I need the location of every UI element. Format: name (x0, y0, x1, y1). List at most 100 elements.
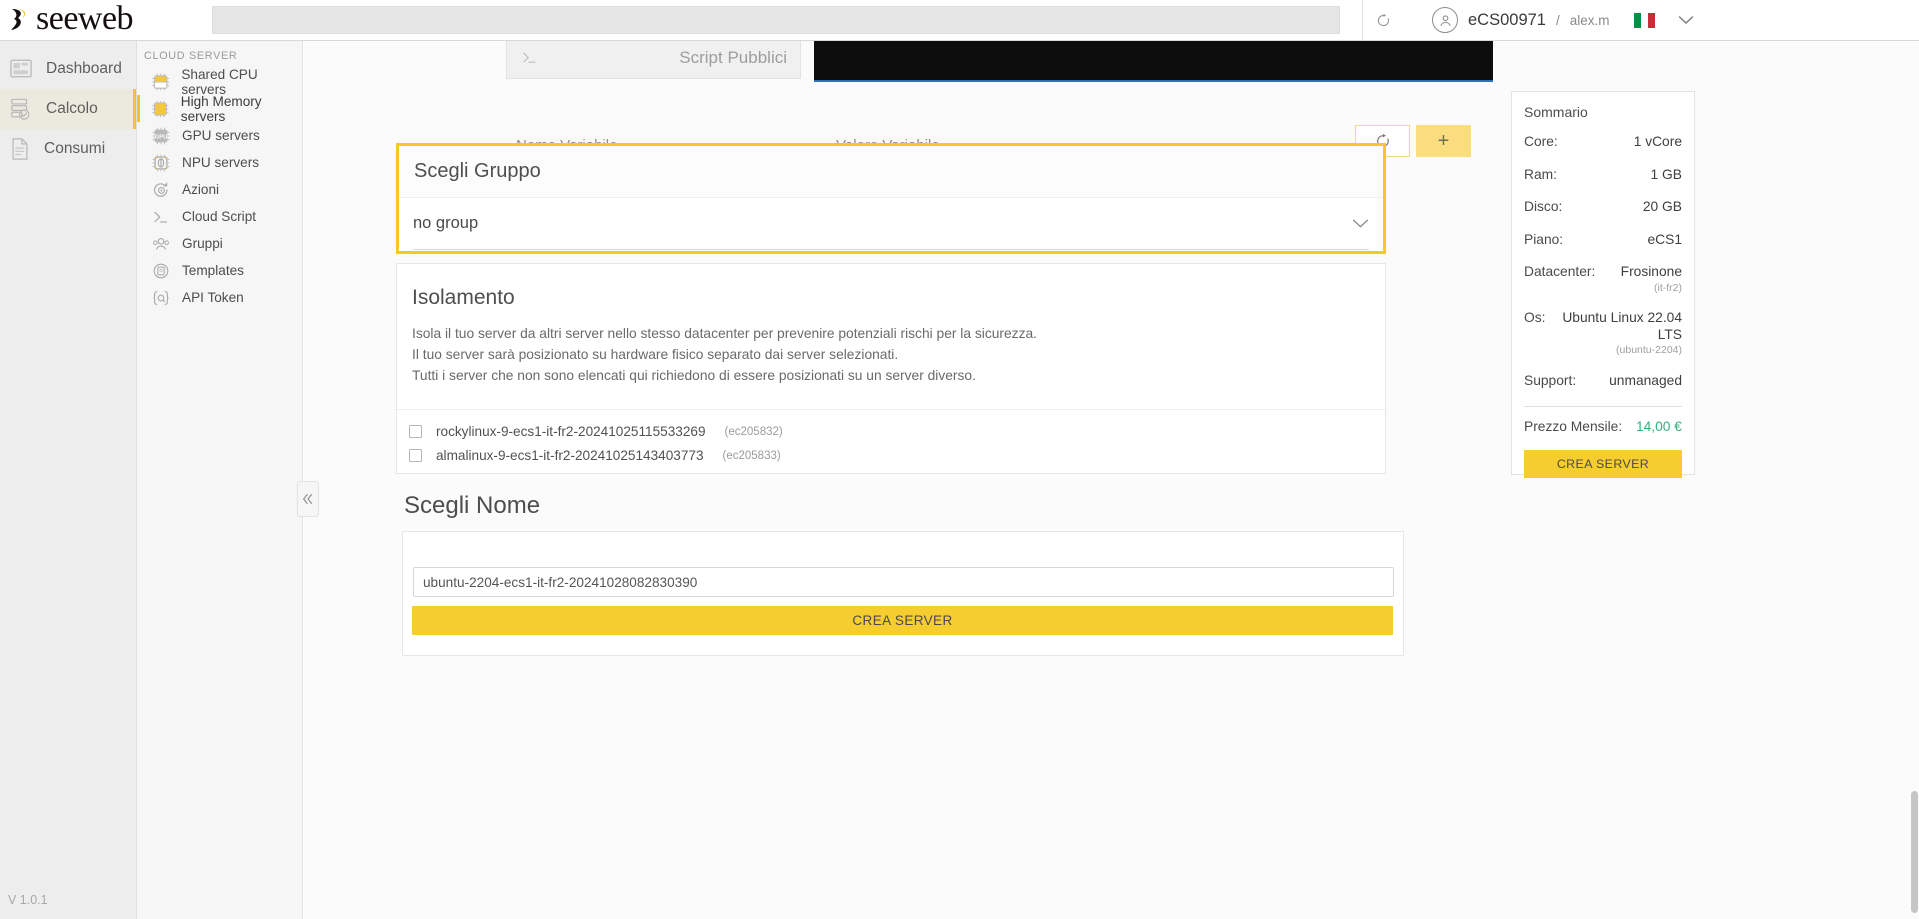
user-account-menu[interactable]: eCS00971 / alex.m (1432, 7, 1694, 33)
code-editor-area[interactable] (814, 41, 1493, 82)
script-pubblici-tab[interactable]: Script Pubblici (506, 41, 801, 79)
brand-logo[interactable]: seeweb (0, 0, 172, 41)
summary-key: Datacenter: (1524, 264, 1596, 280)
sidebar-item-label: API Token (182, 290, 244, 305)
memory-chip-icon (152, 100, 169, 117)
summary-key: Core: (1524, 134, 1558, 149)
sidebar-item-gruppi[interactable]: Gruppi (137, 230, 302, 257)
sidebar-item-consumi[interactable]: Consumi (0, 129, 136, 169)
summary-value: Frosinone (it-fr2) (1621, 264, 1682, 294)
search-input[interactable] (212, 6, 1340, 34)
double-chevron-left-icon (303, 494, 313, 504)
summary-row-support: Support: unmanaged (1524, 373, 1682, 390)
header-refresh-button[interactable] (1362, 0, 1404, 41)
brand-logo-text: seeweb (6, 0, 134, 37)
sidebar-item-templates[interactable]: Templates (137, 257, 302, 284)
isolation-server-id: (ec205832) (724, 425, 783, 438)
sidebar-item-api-token[interactable]: API Token (137, 284, 302, 311)
summary-divider (1524, 405, 1682, 407)
price-label: Prezzo Mensile: (1524, 418, 1623, 434)
isolation-description-line: Isola il tuo server da altri server nell… (412, 326, 1037, 341)
sidebar-item-azioni[interactable]: Azioni (137, 176, 302, 203)
sidebar-item-gpu-servers[interactable]: GPU GPU servers (137, 122, 302, 149)
top-header-bar: seeweb eCS00971 / alex.m (0, 0, 1919, 41)
isolation-server-checkbox[interactable] (409, 425, 422, 439)
servers-icon (11, 98, 30, 120)
summary-key: Disco: (1524, 199, 1563, 215)
chevron-down-icon[interactable] (1678, 15, 1694, 25)
variables-add-button[interactable]: + (1416, 125, 1471, 157)
isolation-server-name: almalinux-9-ecs1-it-fr2-2024102514340377… (436, 448, 704, 464)
group-select-value: no group (413, 214, 479, 232)
chevron-down-icon (1352, 219, 1369, 228)
price-value: 14,00 € (1635, 418, 1682, 434)
dashboard-icon (10, 59, 32, 78)
choose-group-header: Scegli Gruppo (399, 146, 1383, 198)
users-group-icon (153, 237, 169, 250)
create-server-button-sidebar[interactable]: CREA SERVER (1524, 449, 1682, 478)
group-select[interactable]: no group (413, 198, 1369, 250)
seeweb-glyph-icon (11, 9, 26, 30)
isolation-description: Isola il tuo server da altri server nell… (397, 310, 1385, 387)
choose-group-title: Scegli Gruppo (414, 160, 541, 182)
sidebar-item-label: Cloud Script (182, 209, 257, 224)
app-version-label: V 1.0.1 (8, 893, 48, 907)
isolation-block: Isolamento Isola il tuo server da altri … (396, 263, 1386, 474)
isolation-server-id: (ec205833) (722, 449, 781, 462)
list-item[interactable]: rockylinux-9-ecs1-it-fr2-202410251155332… (397, 420, 1385, 444)
summary-value: eCS1 (1647, 231, 1682, 247)
sidebar-item-label: High Memory servers (180, 93, 262, 124)
choose-name-title: Scegli Nome (404, 492, 541, 519)
summary-value-sub: (it-fr2) (1654, 281, 1682, 294)
api-token-icon (153, 290, 169, 305)
server-name-input[interactable] (413, 567, 1394, 597)
sidebar-item-dashboard[interactable]: Dashboard (0, 49, 136, 89)
isolation-server-name: rockylinux-9-ecs1-it-fr2-202410251155332… (436, 424, 706, 440)
chevron-down-glyph (1678, 16, 1693, 25)
summary-row-ram: Ram: 1 GB (1524, 167, 1682, 184)
sidebar-item-label: NPU servers (182, 155, 260, 170)
page-scrollbar[interactable] (1909, 41, 1919, 919)
sidebar-item-calcolo[interactable]: Calcolo (0, 89, 136, 129)
summary-title: Sommario (1524, 104, 1588, 120)
sidebar-item-label: Azioni (182, 182, 220, 197)
cloud-script-card: Script Pubblici (506, 41, 1493, 104)
summary-row-os: Os: Ubuntu Linux 22.04 LTS (ubuntu-2204) (1524, 310, 1682, 357)
isolation-description-line: Il tuo server sarà posizionato su hardwa… (412, 347, 899, 363)
summary-row-piano: Piano: eCS1 (1524, 232, 1682, 249)
sidebar-item-npu-servers[interactable]: NPU servers (137, 149, 302, 176)
summary-key: Piano: (1524, 231, 1564, 247)
sidebar-item-shared-cpu-servers[interactable]: Shared CPU servers (137, 66, 302, 97)
choose-group-block: Scegli Gruppo no group (396, 143, 1386, 254)
account-id-label: eCS00971 (1468, 10, 1546, 29)
svg-text:GPU: GPU (155, 134, 168, 140)
summary-value: 20 GB (1642, 199, 1682, 215)
gpu-icon: GPU (152, 127, 170, 144)
brand-logo-mark: seeweb (6, 0, 134, 37)
sidebar-item-label: Shared CPU servers (181, 66, 258, 97)
summary-panel: Sommario Core: 1 vCore Ram: 1 GB Disco: … (1511, 91, 1695, 478)
scrollbar-thumb[interactable] (1911, 791, 1918, 913)
account-separator: / (1555, 12, 1560, 28)
isolation-server-list: rockylinux-9-ecs1-it-fr2-202410251155332… (397, 408, 1385, 468)
refresh-icon (1377, 13, 1390, 26)
sidebar-item-label: Consumi (44, 140, 106, 157)
list-item[interactable]: almalinux-9-ecs1-it-fr2-2024102514340377… (397, 444, 1385, 468)
summary-row-core: Core: 1 vCore (1524, 134, 1682, 151)
sidebar-collapse-button[interactable] (297, 481, 319, 517)
summary-key: Os: (1524, 310, 1546, 326)
create-server-button-main[interactable]: CREA SERVER (412, 606, 1393, 635)
sidebar-item-label: Calcolo (46, 100, 98, 117)
sidebar-item-high-memory-servers[interactable]: High Memory servers (137, 93, 302, 124)
sidebar-item-label: GPU servers (182, 128, 260, 143)
italy-flag-icon (1633, 12, 1656, 28)
terminal-icon (154, 211, 168, 223)
sidebar-item-cloud-script[interactable]: Cloud Script (137, 203, 302, 230)
summary-key: Ram: (1524, 166, 1557, 182)
cpu-chip-icon (152, 73, 170, 90)
summary-value: 1 vCore (1633, 134, 1682, 149)
sidebar-item-label: Gruppi (182, 236, 223, 251)
isolation-description-line: Tutti i server che non sono elencati qui… (412, 368, 976, 384)
summary-value: 1 GB (1650, 166, 1682, 182)
isolation-server-checkbox[interactable] (409, 449, 422, 463)
